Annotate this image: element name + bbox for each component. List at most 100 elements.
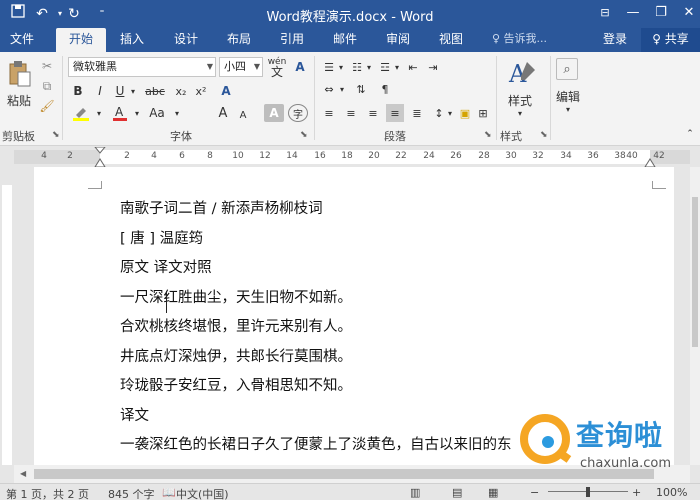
paste-button[interactable]: 粘贴 bbox=[2, 92, 36, 108]
increase-indent-icon[interactable]: ⇥ bbox=[424, 58, 442, 76]
strikethrough-button[interactable]: abc bbox=[142, 82, 168, 100]
paragraph-launcher-icon[interactable]: ⬊ bbox=[484, 130, 492, 140]
ruler-tick-label: 40 bbox=[626, 151, 638, 161]
document-text-line[interactable]: 南歌子词二首 / 新添声杨柳枝词 bbox=[120, 197, 323, 218]
chevron-down-icon[interactable]: ▾ bbox=[128, 82, 138, 100]
paste-icon[interactable] bbox=[6, 58, 34, 90]
chevron-down-icon[interactable]: ▾ bbox=[512, 108, 528, 118]
bold-button[interactable]: B bbox=[70, 82, 86, 100]
borders-icon[interactable]: ⊞ bbox=[474, 104, 492, 122]
phonetic-guide-button[interactable]: wén 文 bbox=[266, 54, 288, 80]
right-indent-marker-icon[interactable] bbox=[644, 155, 656, 167]
collapse-ribbon-icon[interactable]: ⌃ bbox=[684, 128, 696, 140]
grow-font-button[interactable]: A bbox=[214, 104, 232, 122]
document-text-line[interactable]: 玲珑骰子安红豆，入骨相思知不知。 bbox=[120, 374, 352, 395]
italic-button[interactable]: I bbox=[92, 82, 108, 100]
tab-layout[interactable]: 布局 bbox=[221, 28, 257, 52]
scroll-left-icon[interactable]: ◀ bbox=[20, 469, 26, 478]
character-border-button[interactable]: A bbox=[290, 56, 310, 78]
tab-home[interactable]: 开始 bbox=[56, 28, 106, 52]
tell-me-search[interactable]: ♀ 告诉我... bbox=[492, 28, 547, 52]
document-text-line[interactable]: 合欢桃核终堪恨，里许元来别有人。 bbox=[120, 315, 352, 336]
superscript-button[interactable]: x² bbox=[192, 82, 210, 100]
tab-insert[interactable]: 插入 bbox=[114, 28, 150, 52]
subscript-button[interactable]: x₂ bbox=[172, 82, 190, 100]
close-icon[interactable]: ✕ bbox=[672, 0, 700, 28]
font-name-combo[interactable]: 微软雅黑 ▼ bbox=[68, 57, 216, 77]
styles-icon[interactable]: A bbox=[504, 56, 540, 90]
ruler-tick-label: 12 bbox=[259, 151, 271, 161]
copy-icon[interactable]: ⧉ bbox=[38, 78, 56, 94]
clipboard-launcher-icon[interactable]: ⬊ bbox=[52, 130, 60, 140]
align-right-icon[interactable]: ≡ bbox=[364, 104, 382, 122]
share-button[interactable]: ♀ 共享 bbox=[641, 28, 700, 52]
chevron-down-icon[interactable]: ▾ bbox=[365, 58, 373, 76]
magnifier-handle-icon bbox=[556, 449, 572, 463]
chevron-down-icon[interactable]: ▾ bbox=[393, 58, 401, 76]
format-painter-icon[interactable]: 🖌 bbox=[38, 98, 56, 114]
sign-in-link[interactable]: 登录 bbox=[603, 28, 627, 50]
styles-button[interactable]: 样式 bbox=[500, 92, 540, 108]
zoom-slider-thumb[interactable] bbox=[586, 487, 590, 497]
bullets-icon[interactable]: ☰ bbox=[320, 58, 338, 76]
read-mode-icon[interactable]: ▥ bbox=[410, 486, 420, 499]
chevron-down-icon[interactable]: ▾ bbox=[338, 80, 346, 98]
shading-icon[interactable]: ▣ bbox=[456, 104, 474, 122]
chevron-down-icon[interactable]: ▾ bbox=[132, 104, 142, 122]
enclose-characters-button[interactable]: 字 bbox=[288, 104, 308, 122]
ruler-tick-label: 4 bbox=[41, 151, 47, 161]
align-center-icon[interactable]: ≡ bbox=[342, 104, 360, 122]
chevron-down-icon[interactable]: ▾ bbox=[337, 58, 345, 76]
document-text-line[interactable]: 一尺深红胜曲尘，天生旧物不如新。 bbox=[120, 286, 352, 307]
tab-design[interactable]: 设计 bbox=[168, 28, 204, 52]
ruler-tick-label: 36 bbox=[587, 151, 599, 161]
chevron-down-icon[interactable]: ▾ bbox=[446, 104, 454, 122]
document-text-line[interactable]: [ 唐 ] 温庭筠 bbox=[120, 227, 203, 248]
change-case-button[interactable]: Aa bbox=[144, 104, 170, 122]
document-text-line[interactable]: 译文 bbox=[120, 404, 149, 425]
font-size-combo[interactable]: 小四 ▼ bbox=[219, 57, 263, 77]
chevron-down-icon[interactable]: ▾ bbox=[172, 104, 182, 122]
zoom-out-button[interactable]: − bbox=[530, 486, 539, 499]
chevron-down-icon[interactable]: ▾ bbox=[94, 104, 104, 122]
tab-references[interactable]: 引用 bbox=[274, 28, 310, 52]
tab-file[interactable]: 文件 bbox=[4, 28, 40, 52]
cut-icon[interactable]: ✂ bbox=[38, 58, 56, 74]
zoom-in-button[interactable]: + bbox=[632, 486, 641, 499]
word-count[interactable]: 845 个字 bbox=[108, 486, 155, 500]
print-layout-icon[interactable]: ▤ bbox=[452, 486, 462, 499]
scrollbar-thumb[interactable] bbox=[692, 197, 698, 347]
tab-review[interactable]: 审阅 bbox=[380, 28, 416, 52]
font-launcher-icon[interactable]: ⬊ bbox=[300, 130, 308, 140]
sort-icon[interactable]: ⇅ bbox=[352, 80, 370, 98]
proofing-icon[interactable]: 📖 bbox=[162, 486, 176, 499]
multilevel-list-icon[interactable]: ☲ bbox=[376, 58, 394, 76]
indent-marker-icon[interactable] bbox=[94, 147, 106, 167]
decrease-indent-icon[interactable]: ⇤ bbox=[404, 58, 422, 76]
web-layout-icon[interactable]: ▦ bbox=[488, 486, 498, 499]
justify-icon[interactable]: ≡ bbox=[386, 104, 404, 122]
language-indicator[interactable]: 中文(中国) bbox=[176, 486, 229, 500]
character-shading-button[interactable]: A bbox=[264, 104, 284, 122]
align-left-icon[interactable]: ≡ bbox=[320, 104, 338, 122]
chinese-layout-icon[interactable]: ⇔ bbox=[320, 80, 338, 98]
numbering-icon[interactable]: ☷ bbox=[348, 58, 366, 76]
styles-launcher-icon[interactable]: ⬊ bbox=[540, 130, 548, 140]
search-icon[interactable]: ⌕ bbox=[556, 58, 578, 80]
tab-view[interactable]: 视图 bbox=[433, 28, 469, 52]
editing-button[interactable]: 编辑 bbox=[550, 88, 586, 104]
text-effects-button[interactable]: A bbox=[216, 82, 236, 100]
shrink-font-button[interactable]: A bbox=[234, 106, 252, 124]
tab-mailings[interactable]: 邮件 bbox=[327, 28, 363, 52]
document-text-line[interactable]: 一袭深红色的长裙日子久了便蒙上了淡黄色，自古以来旧的东 bbox=[120, 433, 512, 454]
page-count[interactable]: 第 1 页，共 2 页 bbox=[6, 486, 89, 500]
underline-button[interactable]: U bbox=[112, 82, 128, 100]
font-color-button[interactable]: A bbox=[110, 104, 130, 122]
zoom-level[interactable]: 100% bbox=[656, 486, 687, 499]
distributed-icon[interactable]: ≣ bbox=[408, 104, 426, 122]
document-text-line[interactable]: 井底点灯深烛伊，共郎长行莫围棋。 bbox=[120, 345, 352, 366]
show-marks-icon[interactable]: ¶ bbox=[376, 80, 394, 98]
document-text-line[interactable]: 原文 译文对照 bbox=[120, 256, 212, 277]
chevron-down-icon[interactable]: ▾ bbox=[560, 104, 576, 114]
highlight-color-button[interactable] bbox=[70, 104, 92, 122]
